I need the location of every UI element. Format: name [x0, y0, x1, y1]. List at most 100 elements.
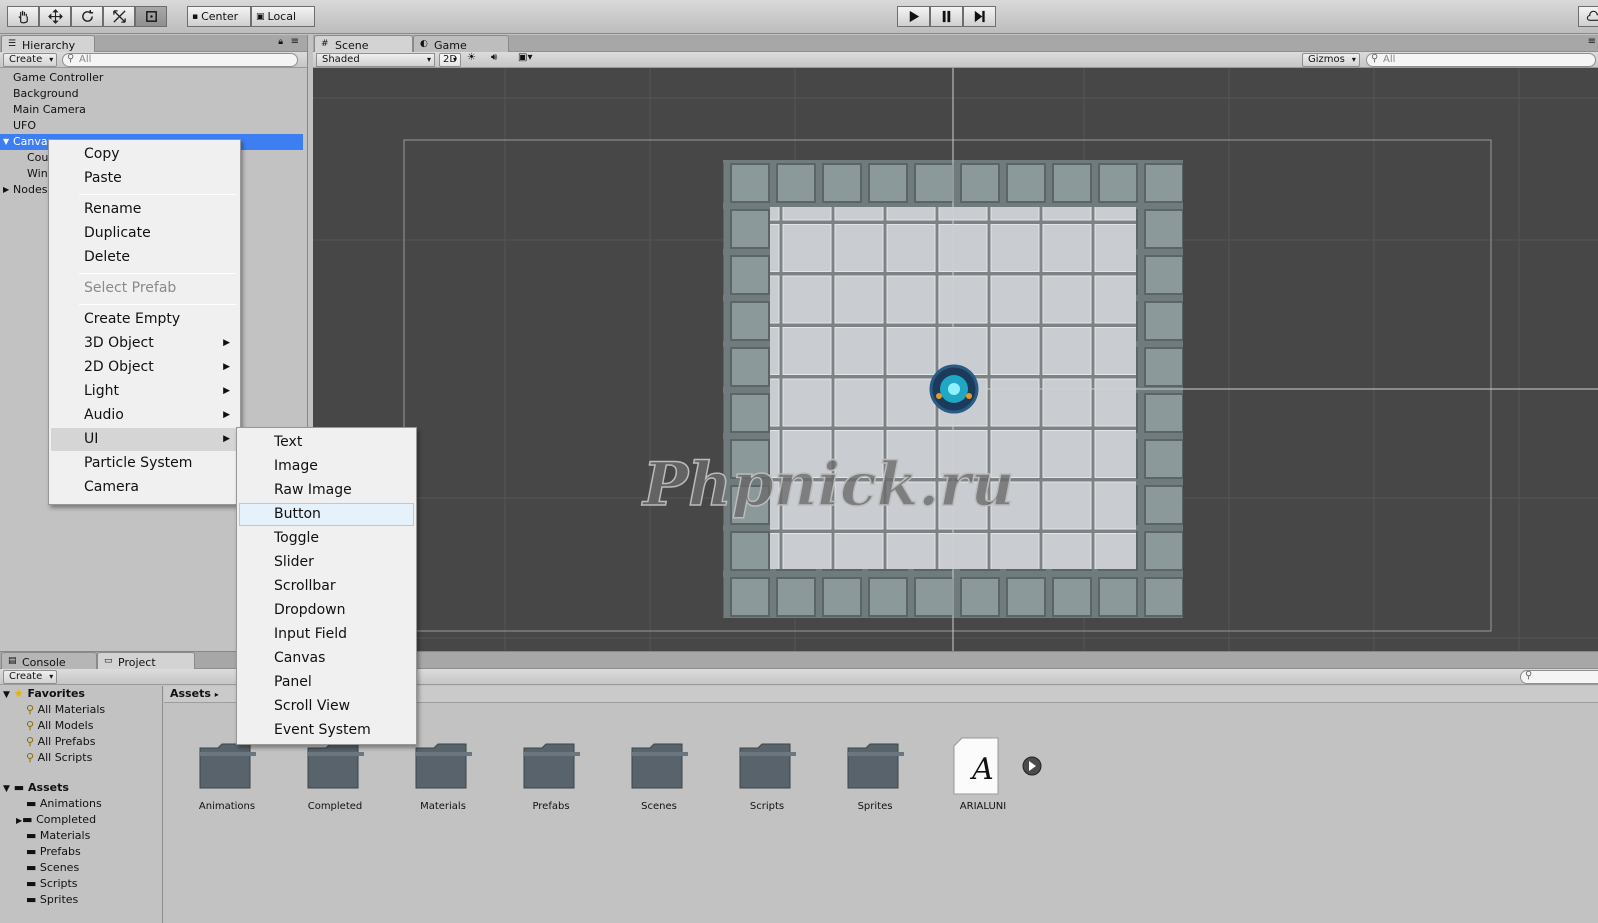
- hierarchy-item-ufo[interactable]: UFO: [0, 118, 303, 134]
- scene-search-input[interactable]: All: [1366, 53, 1596, 67]
- asset-scenes[interactable]: Scenes: [606, 801, 712, 812]
- hand-tool-button[interactable]: [7, 6, 39, 27]
- tree-folder-sprites[interactable]: ▬ Sprites: [26, 892, 78, 907]
- submenu-item-image[interactable]: Image: [239, 455, 414, 478]
- favorite-all-prefabs[interactable]: ⚲ All Prefabs: [26, 734, 96, 749]
- scene-panel-menu-icon[interactable]: ≡: [1588, 36, 1596, 47]
- submenu-item-button[interactable]: Button: [239, 503, 414, 526]
- menu-item-create-empty[interactable]: Create Empty: [51, 308, 238, 331]
- scale-tool-button[interactable]: [103, 6, 135, 27]
- favorite-all-models[interactable]: ⚲ All Models: [26, 718, 93, 733]
- pivot-center-toggle[interactable]: ▪ Center: [187, 6, 251, 27]
- play-button[interactable]: [897, 6, 930, 27]
- tree-folder-scripts[interactable]: ▬ Scripts: [26, 876, 78, 891]
- shading-mode-dropdown[interactable]: Shaded: [316, 53, 435, 67]
- menu-item-audio[interactable]: Audio▶: [51, 404, 238, 427]
- tab-project[interactable]: ▭ Project: [97, 652, 195, 669]
- asset-prefabs[interactable]: Prefabs: [498, 801, 604, 812]
- submenu-item-canvas[interactable]: Canvas: [239, 647, 414, 670]
- breadcrumb-assets[interactable]: Assets: [170, 687, 211, 700]
- menu-item-2d-object[interactable]: 2D Object▶: [51, 356, 238, 379]
- asset-scripts[interactable]: Scripts: [714, 801, 820, 812]
- asset-arialuni[interactable]: ARIALUNI: [930, 801, 1036, 812]
- rect-tool-button[interactable]: [135, 6, 167, 27]
- submenu-item-scroll-view[interactable]: Scroll View: [239, 695, 414, 718]
- asset-sprites[interactable]: Sprites: [822, 801, 928, 812]
- step-button[interactable]: [963, 6, 996, 27]
- hierarchy-create-button[interactable]: Create: [3, 53, 57, 67]
- panel-menu-icon[interactable]: ≡: [291, 36, 299, 47]
- rotate-tool-button[interactable]: [71, 6, 103, 27]
- submenu-item-panel[interactable]: Panel: [239, 671, 414, 694]
- tab-hierarchy[interactable]: ☰ Hierarchy: [1, 35, 95, 52]
- gizmos-dropdown[interactable]: Gizmos: [1302, 53, 1360, 67]
- favorites-title: Favorites: [27, 687, 84, 700]
- favorites-header[interactable]: ▼ ★ Favorites: [3, 686, 85, 701]
- tree-folder-completed[interactable]: ▶▬ Completed: [16, 812, 96, 827]
- ui-submenu: Text Image Raw Image Button Toggle Slide…: [236, 427, 417, 745]
- ufo-sprite[interactable]: [931, 366, 977, 412]
- favorite-label: All Prefabs: [38, 735, 96, 748]
- menu-item-label: 2D Object: [84, 359, 154, 375]
- mode-2d-toggle[interactable]: 2D: [439, 53, 461, 67]
- expand-arrow-icon[interactable]: ▼: [3, 690, 10, 700]
- expand-arrow-icon[interactable]: ▼: [3, 784, 10, 794]
- move-tool-button[interactable]: [39, 6, 71, 27]
- pause-button[interactable]: [930, 6, 963, 27]
- hierarchy-item-game-controller[interactable]: Game Controller: [0, 70, 303, 86]
- submenu-item-dropdown[interactable]: Dropdown: [239, 599, 414, 622]
- menu-item-rename[interactable]: Rename: [51, 198, 238, 221]
- collapse-arrow-icon[interactable]: ▶: [3, 182, 9, 198]
- asset-animations[interactable]: Animations: [174, 801, 280, 812]
- hierarchy-search-input[interactable]: All: [62, 53, 298, 67]
- submenu-item-slider[interactable]: Slider: [239, 551, 414, 574]
- favorite-all-materials[interactable]: ⚲ All Materials: [26, 702, 105, 717]
- favorite-all-scripts[interactable]: ⚲ All Scripts: [26, 750, 92, 765]
- project-tree: ▼ ★ Favorites ⚲ All Materials ⚲ All Mode…: [0, 686, 163, 923]
- menu-item-duplicate[interactable]: Duplicate: [51, 222, 238, 245]
- submenu-item-text[interactable]: Text: [239, 431, 414, 454]
- tab-project-label: Project: [118, 656, 156, 669]
- scene-grid-icon: #: [321, 39, 329, 49]
- tree-folder-materials[interactable]: ▬ Materials: [26, 828, 90, 843]
- menu-item-label: Slider: [274, 554, 314, 570]
- submenu-item-event-system[interactable]: Event System: [239, 719, 414, 742]
- submenu-item-toggle[interactable]: Toggle: [239, 527, 414, 550]
- tree-folder-scenes[interactable]: ▬ Scenes: [26, 860, 79, 875]
- tree-folder-prefabs[interactable]: ▬ Prefabs: [26, 844, 81, 859]
- tab-game[interactable]: ◐ Game: [413, 35, 509, 52]
- expand-arrow-icon[interactable]: ▼: [3, 134, 9, 150]
- tree-folder-animations[interactable]: ▬ Animations: [26, 796, 102, 811]
- tab-console[interactable]: ▤ Console: [1, 652, 97, 669]
- project-search-input[interactable]: [1520, 670, 1598, 684]
- pivot-local-toggle[interactable]: ▣ Local: [251, 6, 315, 27]
- menu-item-copy[interactable]: Copy: [51, 143, 238, 166]
- project-create-button[interactable]: Create: [3, 670, 57, 684]
- submenu-item-raw-image[interactable]: Raw Image: [239, 479, 414, 502]
- scene-viewport[interactable]: Phpnick.ru: [313, 68, 1598, 651]
- menu-item-label: Image: [274, 458, 318, 474]
- menu-item-paste[interactable]: Paste: [51, 167, 238, 190]
- menu-item-label: Audio: [84, 407, 124, 423]
- menu-item-delete[interactable]: Delete: [51, 246, 238, 269]
- scene-audio-icon[interactable]: 🔊︎: [491, 52, 497, 63]
- menu-item-camera[interactable]: Camera: [51, 476, 238, 499]
- menu-item-3d-object[interactable]: 3D Object▶: [51, 332, 238, 355]
- assets-header[interactable]: ▼ ▬ Assets: [3, 780, 69, 795]
- lock-icon[interactable]: 🔒︎: [278, 37, 283, 47]
- scene-effects-icon[interactable]: ▣▾: [518, 52, 532, 63]
- collab-cloud-button[interactable]: [1578, 6, 1598, 27]
- scene-lighting-icon[interactable]: ☀: [467, 52, 476, 63]
- tab-scene[interactable]: # Scene: [314, 35, 413, 52]
- hierarchy-item-background[interactable]: Background: [0, 86, 303, 102]
- hierarchy-item-label: Cou: [27, 151, 48, 164]
- hierarchy-item-main-camera[interactable]: Main Camera: [0, 102, 303, 118]
- menu-item-ui[interactable]: UI▶: [51, 428, 238, 451]
- asset-completed[interactable]: Completed: [282, 801, 388, 812]
- menu-item-light[interactable]: Light▶: [51, 380, 238, 403]
- submenu-item-input-field[interactable]: Input Field: [239, 623, 414, 646]
- search-icon: ⚲: [26, 751, 34, 764]
- asset-materials[interactable]: Materials: [390, 801, 496, 812]
- submenu-item-scrollbar[interactable]: Scrollbar: [239, 575, 414, 598]
- menu-item-particle-system[interactable]: Particle System: [51, 452, 238, 475]
